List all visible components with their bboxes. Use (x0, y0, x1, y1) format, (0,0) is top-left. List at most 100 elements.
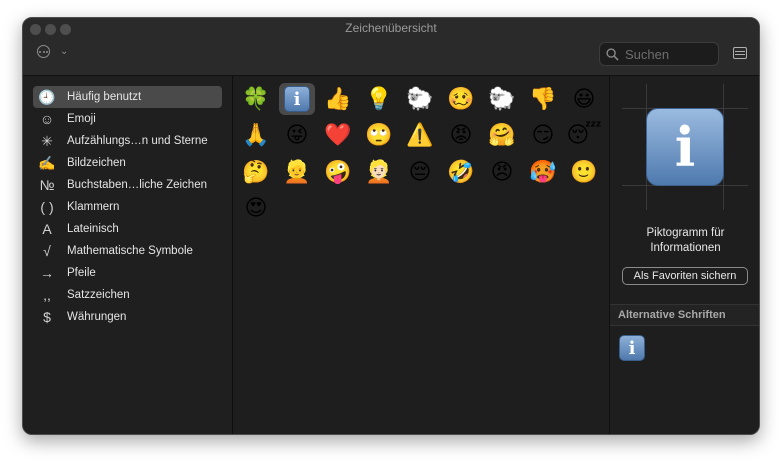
character-cell[interactable]: 👱 (279, 156, 315, 188)
search-field[interactable] (599, 42, 719, 66)
character-name: Piktogramm für Informationen (646, 227, 725, 254)
category-sidebar: 🕘 Häufig benutzt ☺ Emoji ✳ Aufzählungs…n und … (23, 76, 233, 434)
sidebar-item-label: Bildzeichen (67, 157, 126, 169)
sidebar-item-bildzeichen[interactable]: ✍ Bildzeichen (33, 152, 222, 174)
sidebar-item-label: Lateinisch (67, 223, 119, 235)
character-cell[interactable]: 🤪 (320, 156, 356, 188)
emoji-glyph: 💡 (365, 86, 393, 112)
sidebar-item-label: Klammern (67, 201, 120, 213)
titlebar: Zeichenübersicht ⌄ (23, 18, 759, 76)
information-icon: i (646, 108, 724, 186)
character-cell[interactable]: 🤣 (443, 156, 479, 188)
character-cell[interactable]: 😠 (484, 156, 520, 188)
character-cell[interactable]: 😡 (443, 120, 479, 152)
character-cell[interactable]: 🍀 (238, 83, 274, 115)
add-to-favorites-button[interactable]: Als Favoriten sichern (622, 267, 748, 285)
character-cell[interactable]: 😃 (566, 83, 602, 115)
alternative-fonts-heading: Alternative Schriften (610, 304, 759, 326)
more-options-icon (37, 45, 50, 58)
character-cell[interactable]: ❤️ (320, 120, 356, 152)
character-cell[interactable]: ⚠️ (402, 120, 438, 152)
character-cell[interactable]: 🙏 (238, 120, 274, 152)
character-grid: 🍀 i 👍 💡 🐑 🥴 🐑 👎 😃 🙏 😜 ❤️ 🙄 ⚠️ 😡 🤗 😏 😴 🤔 👱 🤪 👱🏻 😔 🤣 😠 🥵 🙂 😍 (233, 76, 610, 434)
character-cell[interactable]: 😍 (238, 193, 274, 225)
window-title: Zeichenübersicht (345, 21, 437, 35)
character-detail-panel: i Piktogramm für Informationen Als Favor… (610, 76, 759, 434)
action-menu-button[interactable]: ⌄ (37, 45, 68, 58)
sidebar-item-aufzählungs-n-und-sterne[interactable]: ✳ Aufzählungs…n und Sterne (33, 130, 222, 152)
character-cell[interactable]: 😜 (279, 120, 315, 152)
sidebar-item-label: Satzzeichen (67, 289, 130, 301)
character-cell[interactable]: 🙄 (361, 120, 397, 152)
emoji-glyph: 😠 (490, 159, 514, 185)
emoji-glyph: 🙄 (365, 123, 393, 148)
glyph-preview: i (622, 84, 748, 210)
information-icon: i (619, 335, 645, 361)
sidebar-item-satzzeichen[interactable]: ,, Satzzeichen (33, 284, 222, 306)
sidebar-item-label: Währungen (67, 311, 127, 323)
alternative-glyph[interactable]: i (619, 335, 645, 361)
character-cell[interactable]: 🙂 (566, 156, 602, 188)
sidebar-item-lateinisch[interactable]: A Lateinisch (33, 218, 222, 240)
character-cell[interactable]: 🤗 (484, 120, 520, 152)
emoji-glyph: 👱🏻 (365, 159, 393, 185)
sidebar-item-mathematische-symbole[interactable]: √ Mathematische Symbole (33, 240, 222, 262)
emoji-glyph: 🐑 (406, 86, 434, 112)
sidebar-item-häufig-benutzt[interactable]: 🕘 Häufig benutzt (33, 86, 222, 108)
character-cell[interactable]: 😏 (525, 120, 561, 152)
sidebar-item-emoji[interactable]: ☺ Emoji (33, 108, 222, 130)
sidebar-item-label: Häufig benutzt (67, 91, 142, 103)
emoji-glyph: 🙏 (242, 123, 270, 148)
emoji-glyph: 🍀 (242, 86, 270, 112)
sidebar-item-label: Pfeile (67, 267, 96, 279)
character-cell[interactable]: 🥵 (525, 156, 561, 188)
numero-icon: № (39, 177, 55, 193)
character-cell[interactable]: 💡 (361, 83, 397, 115)
emoji-glyph: 🤣 (447, 159, 475, 185)
search-input[interactable] (625, 46, 709, 62)
sidebar-item-pfeile[interactable]: → Pfeile (33, 262, 222, 284)
sidebar-item-label: Mathematische Symbole (67, 245, 193, 257)
character-cell[interactable]: 👱🏻 (361, 156, 397, 188)
character-cell[interactable]: 🐑 (402, 83, 438, 115)
character-cell[interactable]: 👍 (320, 83, 356, 115)
emoji-glyph: 🤗 (488, 123, 516, 148)
square-root-icon: √ (43, 243, 51, 259)
character-cell[interactable]: 😴 (566, 120, 602, 152)
emoji-glyph: 😴 (566, 123, 602, 148)
character-cell[interactable]: i (279, 83, 315, 115)
character-cell[interactable]: 🤔 (238, 156, 274, 188)
emoji-glyph: 🥴 (447, 86, 475, 112)
emoji-glyph: 😍 (244, 196, 268, 221)
punctuation-icon: ,, (43, 287, 51, 303)
emoji-glyph: 🥵 (529, 159, 557, 185)
sidebar-item-buchstaben-liche-zeichen[interactable]: № Buchstaben…liche Zeichen (33, 174, 222, 196)
emoji-glyph: 🙂 (570, 159, 598, 185)
sidebar-item-label: Aufzählungs…n und Sterne (67, 135, 208, 147)
emoji-glyph: 😃 (572, 86, 596, 112)
emoji-glyph: 🤪 (324, 159, 352, 185)
character-cell[interactable]: 👎 (525, 83, 561, 115)
emoji-glyph: 🤔 (242, 159, 270, 185)
asterisk-icon: ✳ (41, 132, 53, 149)
emoji-glyph: 👍 (324, 86, 352, 112)
dollar-icon: $ (43, 309, 51, 325)
sidebar-item-klammern[interactable]: ( ) Klammern (33, 196, 222, 218)
pencil-icon: ✍ (38, 154, 56, 171)
sidebar-item-währungen[interactable]: $ Währungen (33, 306, 222, 328)
sidebar-item-label: Emoji (67, 113, 96, 125)
clock-icon: 🕘 (38, 88, 56, 105)
emoji-glyph: 👱 (283, 159, 311, 185)
arrow-icon: → (40, 265, 54, 281)
emoji-glyph: ❤️ (324, 123, 352, 148)
character-cell[interactable]: 🐑 (484, 83, 520, 115)
information-icon: i (284, 86, 310, 112)
emoji-glyph: ⚠️ (406, 123, 434, 148)
toggle-panel-button[interactable] (733, 47, 747, 59)
character-cell[interactable]: 😔 (402, 156, 438, 188)
sidebar-item-label: Buchstaben…liche Zeichen (67, 179, 207, 191)
chevron-down-icon: ⌄ (60, 46, 69, 57)
emoji-glyph: 😔 (408, 159, 432, 185)
emoji-glyph: 🐑 (488, 86, 516, 112)
character-cell[interactable]: 🥴 (443, 83, 479, 115)
